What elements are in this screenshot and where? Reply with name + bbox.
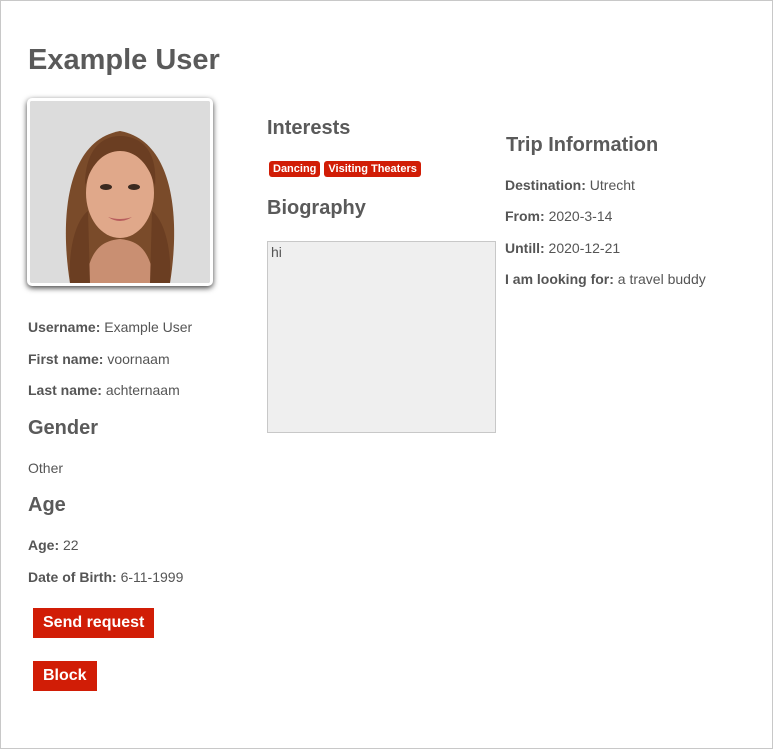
from-label: From: [505, 208, 545, 224]
first-name-line: First name: voornaam [28, 351, 170, 367]
destination-label: Destination: [505, 177, 586, 193]
username-value: Example User [104, 319, 193, 335]
from-value: 2020-3-14 [548, 208, 613, 224]
trip-information-heading: Trip Information [506, 134, 659, 156]
profile-photo-illustration [30, 101, 210, 283]
block-button[interactable]: Block [33, 661, 97, 691]
gender-value: Other [28, 460, 64, 476]
last-name-value: achternaam [105, 382, 180, 398]
destination-line: Destination: Utrecht [505, 177, 635, 193]
biography-textbox[interactable]: hi [267, 241, 496, 433]
first-name-value: voornaam [107, 351, 170, 367]
last-name-line: Last name: achternaam [28, 382, 180, 398]
until-label: Untill: [505, 240, 545, 256]
interest-tag: Dancing [269, 161, 321, 177]
profile-photo [27, 98, 213, 286]
first-name-label: First name: [28, 351, 104, 367]
age-line: Age: 22 [28, 537, 79, 553]
age-label: Age: [28, 537, 60, 553]
until-line: Untill: 2020-12-21 [505, 240, 620, 256]
looking-for-label: I am looking for: [505, 271, 614, 287]
interest-tags: Dancing Visiting Theaters [269, 161, 421, 177]
looking-for-line: I am looking for: a travel buddy [505, 271, 706, 287]
interest-tag: Visiting Theaters [324, 161, 421, 177]
looking-for-value: a travel buddy [617, 271, 706, 287]
dob-line: Date of Birth: 6-11-1999 [28, 569, 183, 585]
age-heading: Age [28, 494, 66, 516]
interests-heading: Interests [267, 117, 351, 139]
dob-label: Date of Birth: [28, 569, 117, 585]
dob-value: 6-11-1999 [120, 569, 184, 585]
age-value: 22 [63, 537, 79, 553]
biography-heading: Biography [267, 197, 366, 219]
gender-heading: Gender [28, 417, 99, 439]
username-line: Username: Example User [28, 319, 192, 335]
page-title: Example User [28, 44, 220, 76]
until-value: 2020-12-21 [548, 240, 621, 256]
destination-value: Utrecht [589, 177, 635, 193]
username-label: Username: [28, 319, 101, 335]
from-line: From: 2020-3-14 [505, 208, 612, 224]
last-name-label: Last name: [28, 382, 102, 398]
send-request-button[interactable]: Send request [33, 608, 155, 638]
